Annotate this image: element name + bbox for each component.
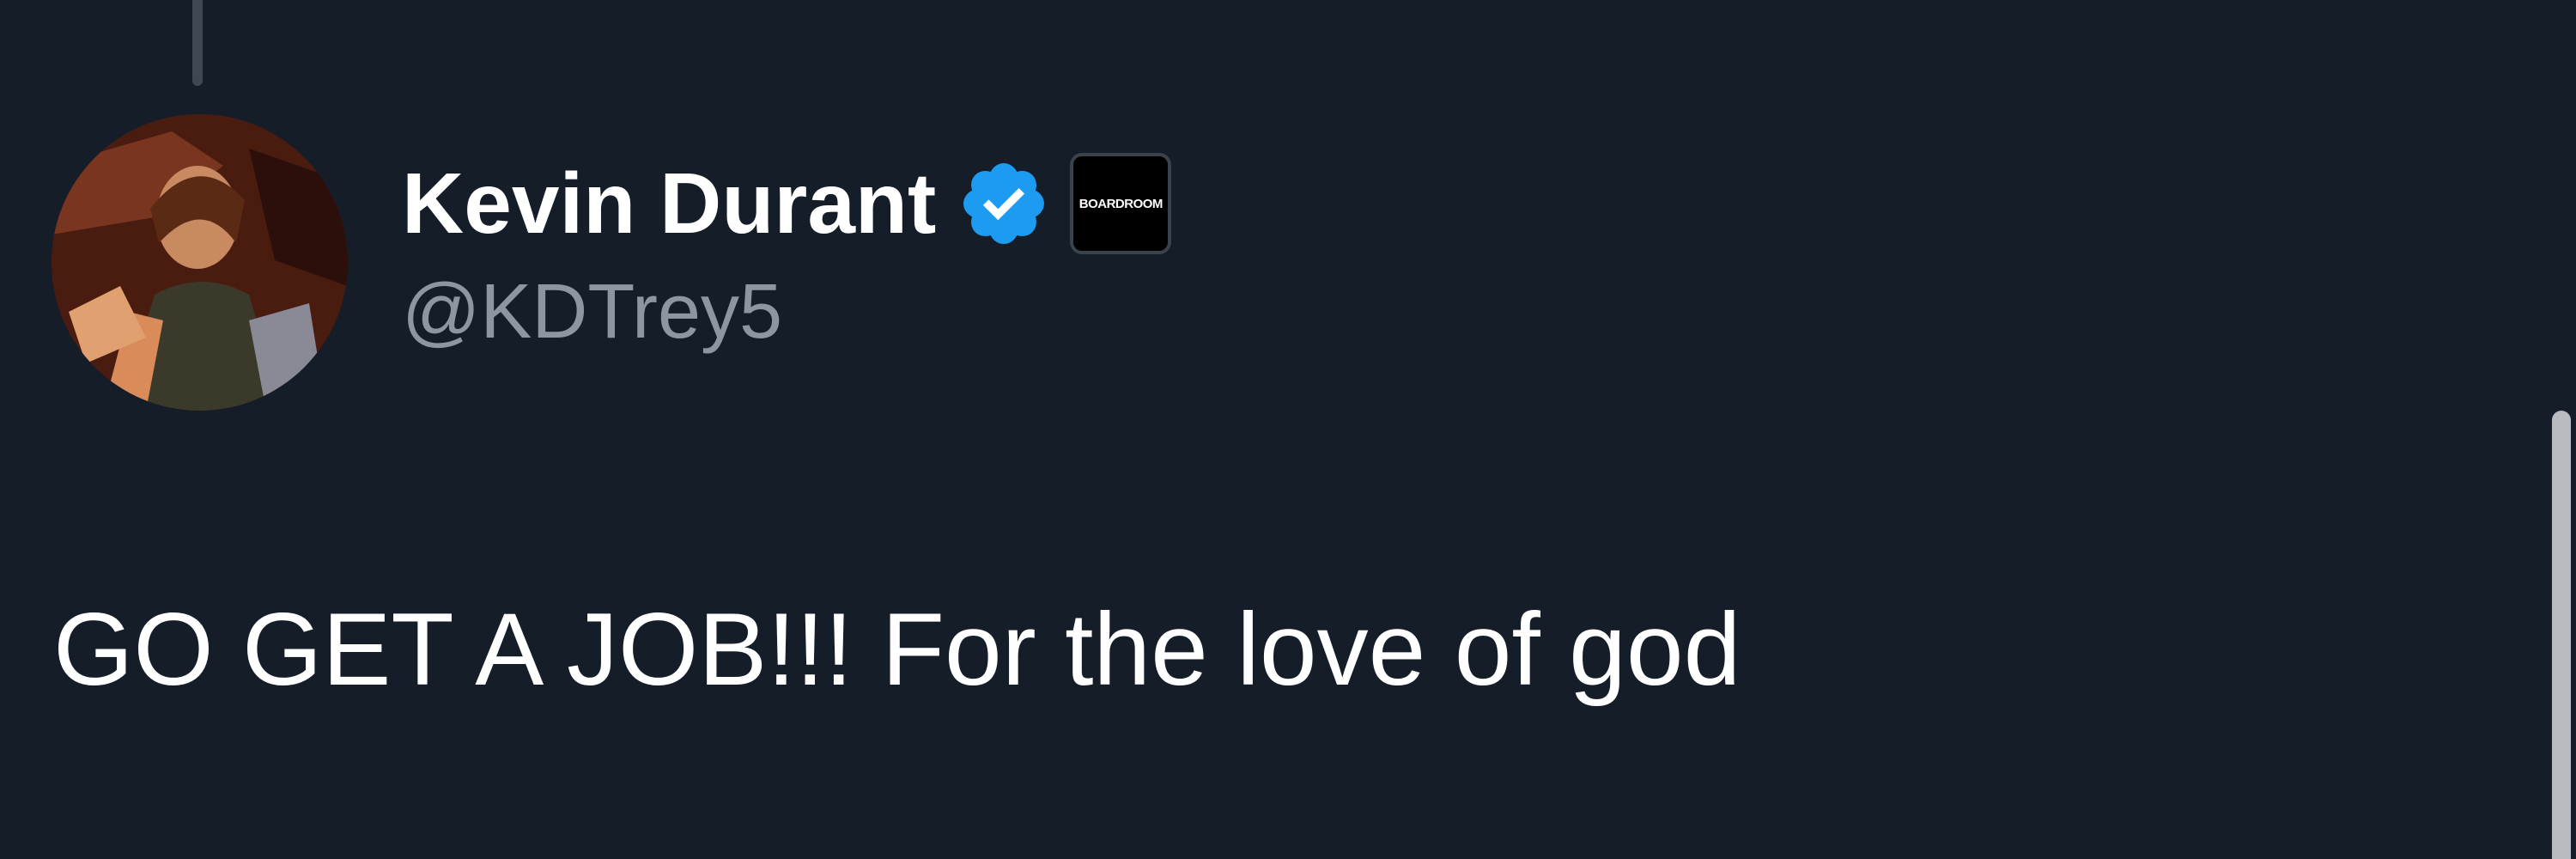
author-avatar[interactable] (52, 114, 348, 411)
author-display-name[interactable]: Kevin Durant (402, 161, 936, 247)
profile-avatar-icon (52, 114, 348, 411)
affiliate-badge-label: BOARDROOM (1078, 196, 1163, 211)
thread-connector-line (192, 0, 203, 86)
author-handle[interactable]: @KDTrey5 (402, 273, 782, 350)
affiliate-badge[interactable]: BOARDROOM (1070, 153, 1172, 254)
scrollbar-thumb[interactable] (2552, 411, 2571, 859)
tweet-detail-view: Kevin Durant BOARDROOM @KDTrey5 GO GET A… (0, 0, 2576, 859)
author-name-row: Kevin Durant BOARDROOM (402, 148, 1172, 259)
verified-badge-icon[interactable] (957, 156, 1051, 251)
tweet-text: GO GET A JOB!!! For the love of god (53, 592, 1741, 707)
